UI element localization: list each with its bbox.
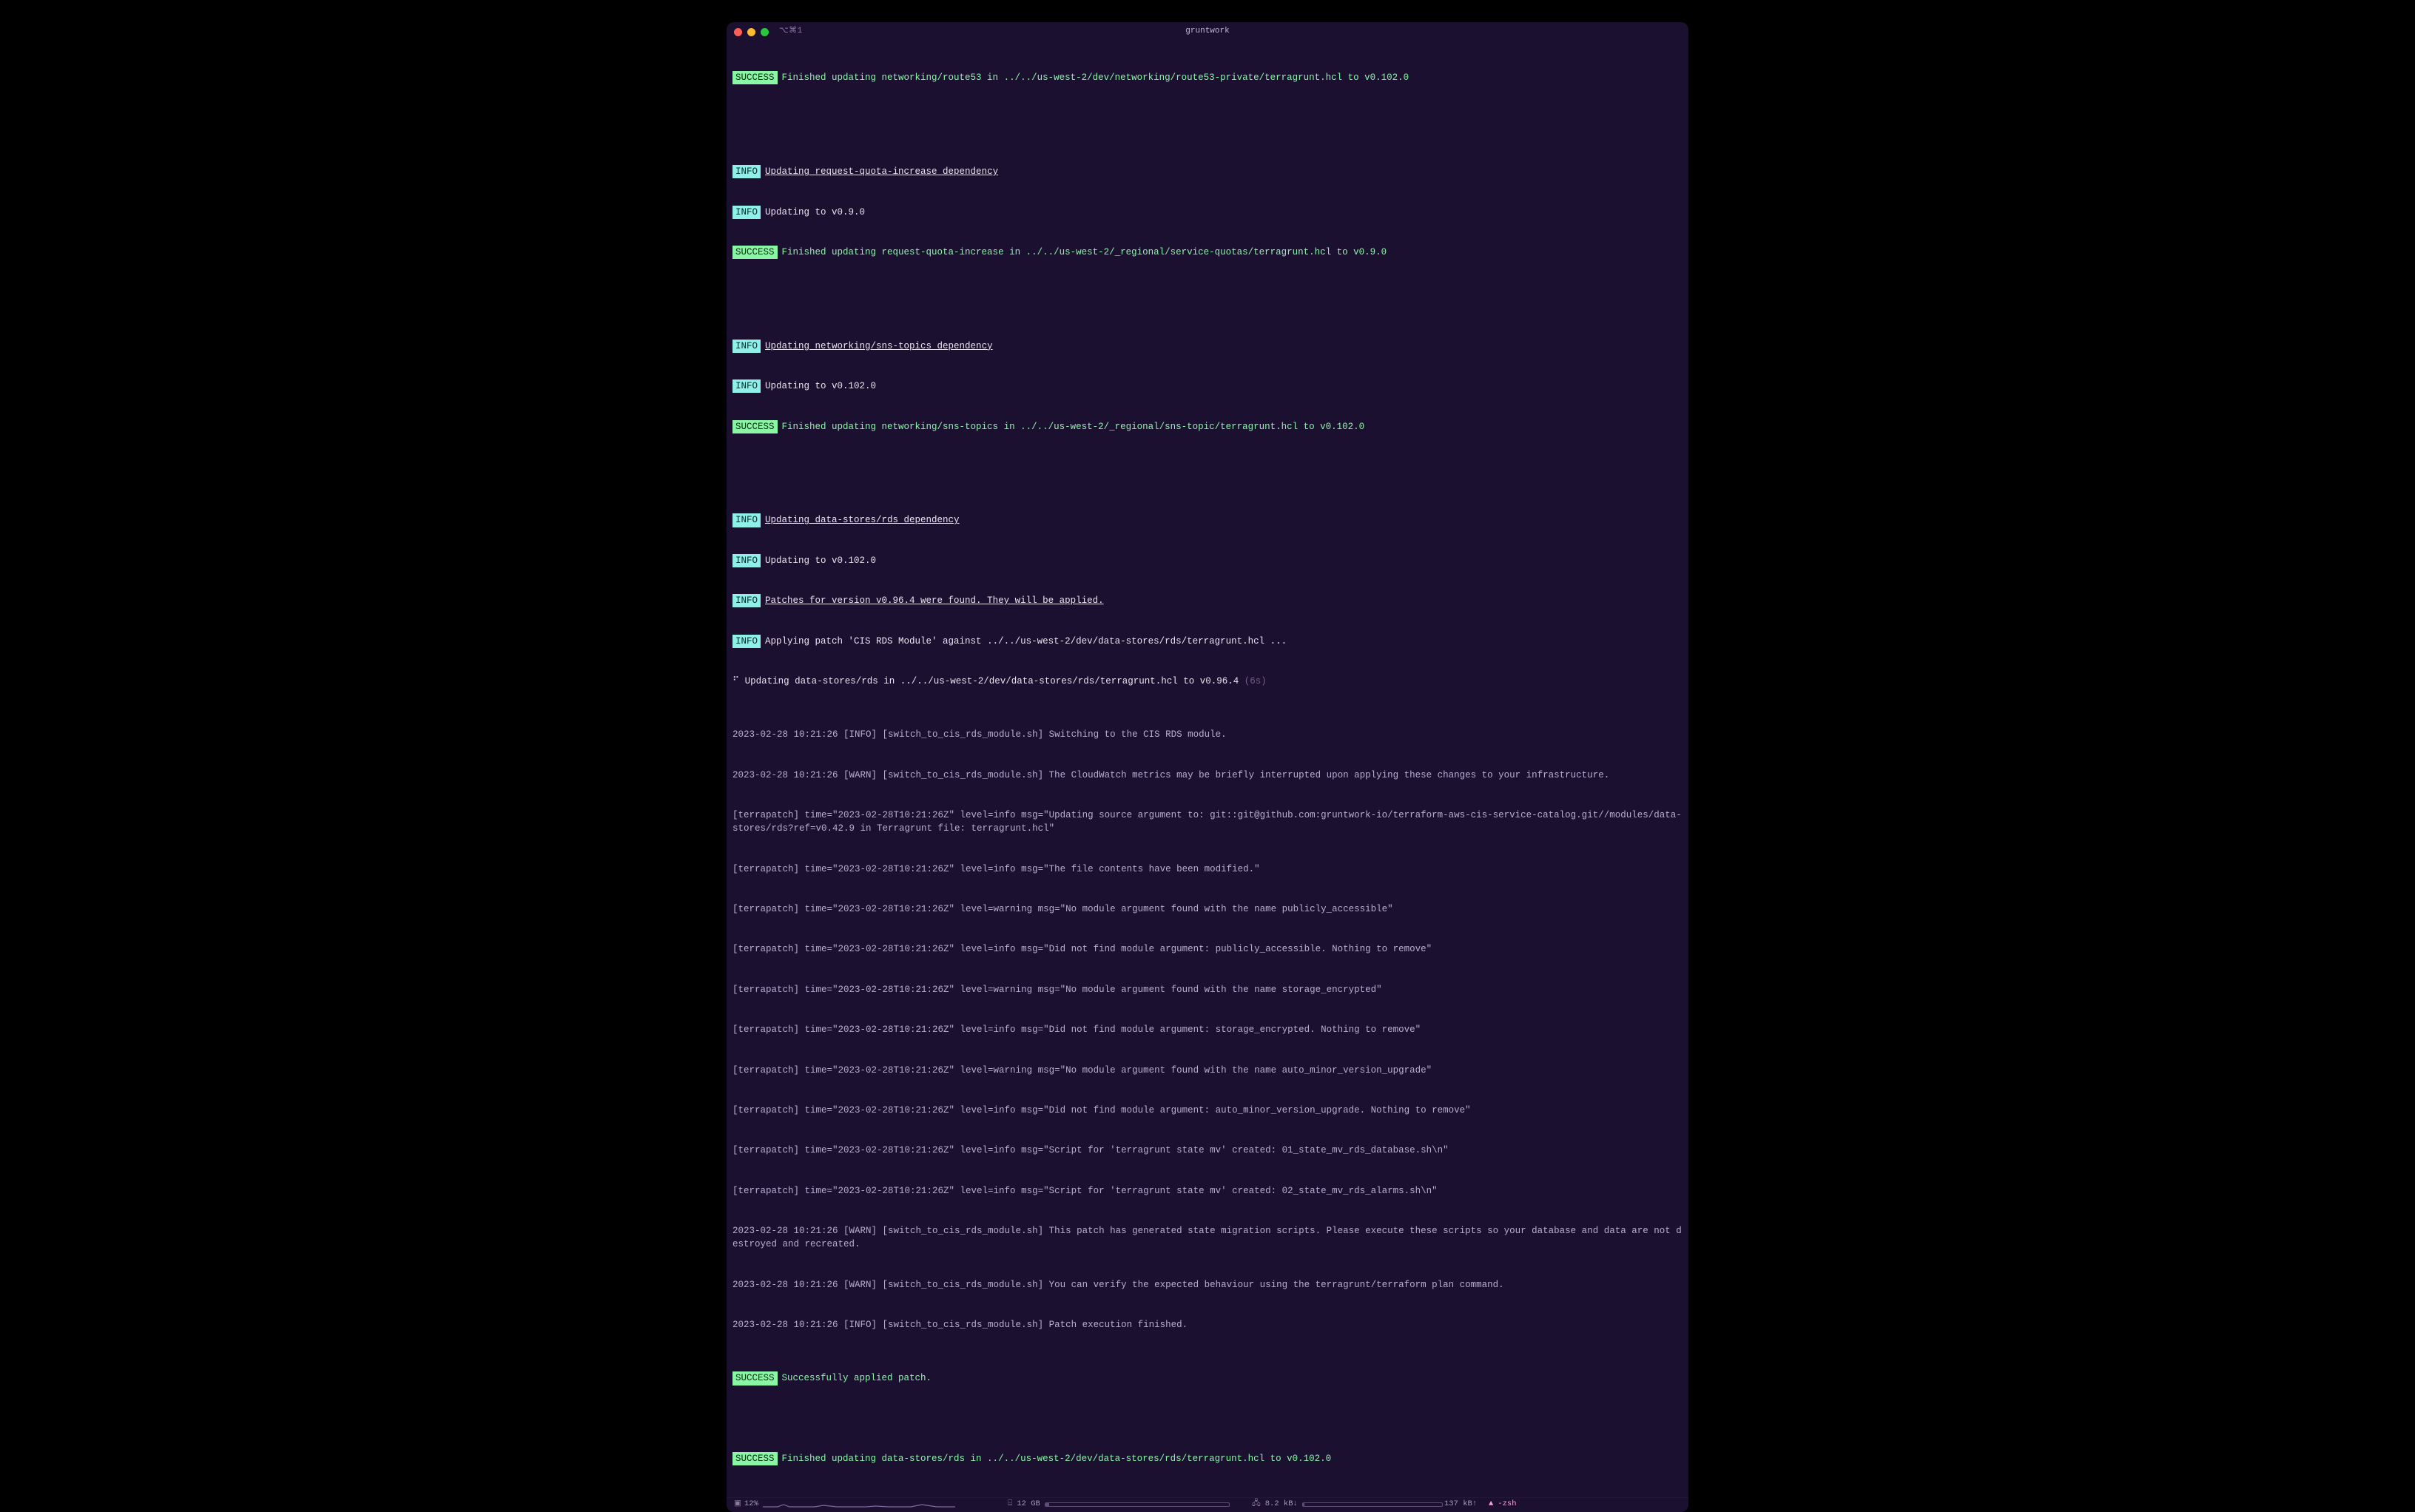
log-line: Updating request-quota-increase dependen… bbox=[765, 166, 998, 177]
network-up: 137 kB↑ bbox=[1444, 1499, 1477, 1510]
log-line: 2023-02-28 10:21:26 [WARN] [switch_to_ci… bbox=[732, 1278, 1683, 1292]
cpu-icon: ▣ bbox=[734, 1499, 741, 1510]
shell-segment: ▲ -zsh bbox=[1489, 1499, 1517, 1510]
log-line: Applying patch 'CIS RDS Module' against … bbox=[765, 636, 1287, 647]
log-line: [terrapatch] time="2023-02-28T10:21:26Z"… bbox=[732, 1023, 1683, 1036]
network-segment: 🖧 8.2 kB↓ bbox=[1252, 1499, 1443, 1510]
log-line: Updating to v0.102.0 bbox=[765, 381, 876, 391]
cpu-sparkline bbox=[763, 1500, 955, 1509]
status-badge-info: INFO bbox=[732, 206, 761, 219]
memory-segment: ⌸ 12 GB bbox=[1008, 1499, 1230, 1510]
memory-icon: ⌸ bbox=[1008, 1499, 1012, 1510]
log-line: Updating to v0.9.0 bbox=[765, 207, 865, 217]
memory-meter bbox=[1045, 1502, 1230, 1507]
log-line: [terrapatch] time="2023-02-28T10:21:26Z"… bbox=[732, 1184, 1683, 1198]
log-line: Patches for version v0.96.4 were found. … bbox=[765, 595, 1104, 606]
log-line: [terrapatch] time="2023-02-28T10:21:26Z"… bbox=[732, 809, 1683, 835]
network-down: 8.2 kB↓ bbox=[1265, 1499, 1298, 1510]
status-badge-success: SUCCESS bbox=[732, 71, 778, 84]
shell-name: -zsh bbox=[1498, 1499, 1516, 1510]
status-badge-success: SUCCESS bbox=[732, 246, 778, 259]
log-line: [terrapatch] time="2023-02-28T10:21:26Z"… bbox=[732, 1064, 1683, 1077]
log-line: Updating data-stores/rds dependency bbox=[765, 515, 960, 525]
tab-shortcut-label: ⌥⌘1 bbox=[779, 26, 803, 38]
log-line: [terrapatch] time="2023-02-28T10:21:26Z"… bbox=[732, 1144, 1683, 1157]
cpu-percent: 12% bbox=[744, 1499, 758, 1510]
shell-icon: ▲ bbox=[1489, 1499, 1493, 1510]
log-line: Finished updating data-stores/rds in ../… bbox=[782, 1454, 1332, 1464]
memory-text: 12 GB bbox=[1017, 1499, 1040, 1510]
log-line: [terrapatch] time="2023-02-28T10:21:26Z"… bbox=[732, 942, 1683, 956]
window-title: gruntwork bbox=[1185, 26, 1229, 38]
status-bar: ▣ 12% ⌸ 12 GB 🖧 8.2 kB↓ 137 kB↑ ▲ -zsh bbox=[727, 1497, 1688, 1512]
network-meter bbox=[1302, 1502, 1443, 1507]
titlebar: ⌥⌘1 gruntwork bbox=[727, 22, 1688, 41]
cpu-segment: ▣ 12% bbox=[734, 1499, 955, 1510]
log-line: Finished updating request-quota-increase… bbox=[782, 247, 1387, 257]
status-badge-success: SUCCESS bbox=[732, 420, 778, 433]
network-icon: 🖧 bbox=[1252, 1499, 1261, 1510]
log-line: 2023-02-28 10:21:26 [WARN] [switch_to_ci… bbox=[732, 1224, 1683, 1251]
minimize-button[interactable] bbox=[747, 28, 755, 36]
terminal-window: ⌥⌘1 gruntwork SUCCESS Finished updating n… bbox=[727, 22, 1688, 1512]
status-badge-info: INFO bbox=[732, 379, 761, 393]
log-line: Finished updating networking/route53 in … bbox=[782, 72, 1409, 83]
terminal-output[interactable]: SUCCESS Finished updating networking/rout… bbox=[727, 41, 1688, 1497]
log-line: [terrapatch] time="2023-02-28T10:21:26Z"… bbox=[732, 1104, 1683, 1117]
status-badge-info: INFO bbox=[732, 513, 761, 527]
status-badge-success: SUCCESS bbox=[732, 1452, 778, 1465]
status-badge-info: INFO bbox=[732, 340, 761, 353]
network-up-segment: 137 kB↑ bbox=[1444, 1499, 1477, 1510]
status-badge-info: INFO bbox=[732, 594, 761, 607]
log-line: Updating networking/sns-topics dependenc… bbox=[765, 341, 993, 351]
log-line: Successfully applied patch. bbox=[782, 1373, 932, 1383]
zoom-button[interactable] bbox=[761, 28, 769, 36]
log-line: 2023-02-28 10:21:26 [WARN] [switch_to_ci… bbox=[732, 769, 1683, 782]
status-badge-info: INFO bbox=[732, 165, 761, 178]
log-line: 2023-02-28 10:21:26 [INFO] [switch_to_ci… bbox=[732, 728, 1683, 741]
status-badge-info: INFO bbox=[732, 635, 761, 648]
log-line: Finished updating networking/sns-topics … bbox=[782, 422, 1365, 432]
log-line: [terrapatch] time="2023-02-28T10:21:26Z"… bbox=[732, 902, 1683, 916]
status-badge-info: INFO bbox=[732, 554, 761, 567]
close-button[interactable] bbox=[734, 28, 742, 36]
log-line: [terrapatch] time="2023-02-28T10:21:26Z"… bbox=[732, 983, 1683, 996]
log-line: [terrapatch] time="2023-02-28T10:21:26Z"… bbox=[732, 863, 1683, 876]
traffic-lights bbox=[734, 28, 769, 36]
log-line: 2023-02-28 10:21:26 [INFO] [switch_to_ci… bbox=[732, 1318, 1683, 1332]
elapsed-time: (6s) bbox=[1244, 676, 1267, 686]
log-line: Updating to v0.102.0 bbox=[765, 556, 876, 566]
status-badge-success: SUCCESS bbox=[732, 1371, 778, 1385]
spinner-icon: ⠋ bbox=[732, 676, 745, 686]
log-line: Updating data-stores/rds in ../../us-wes… bbox=[745, 676, 1244, 686]
